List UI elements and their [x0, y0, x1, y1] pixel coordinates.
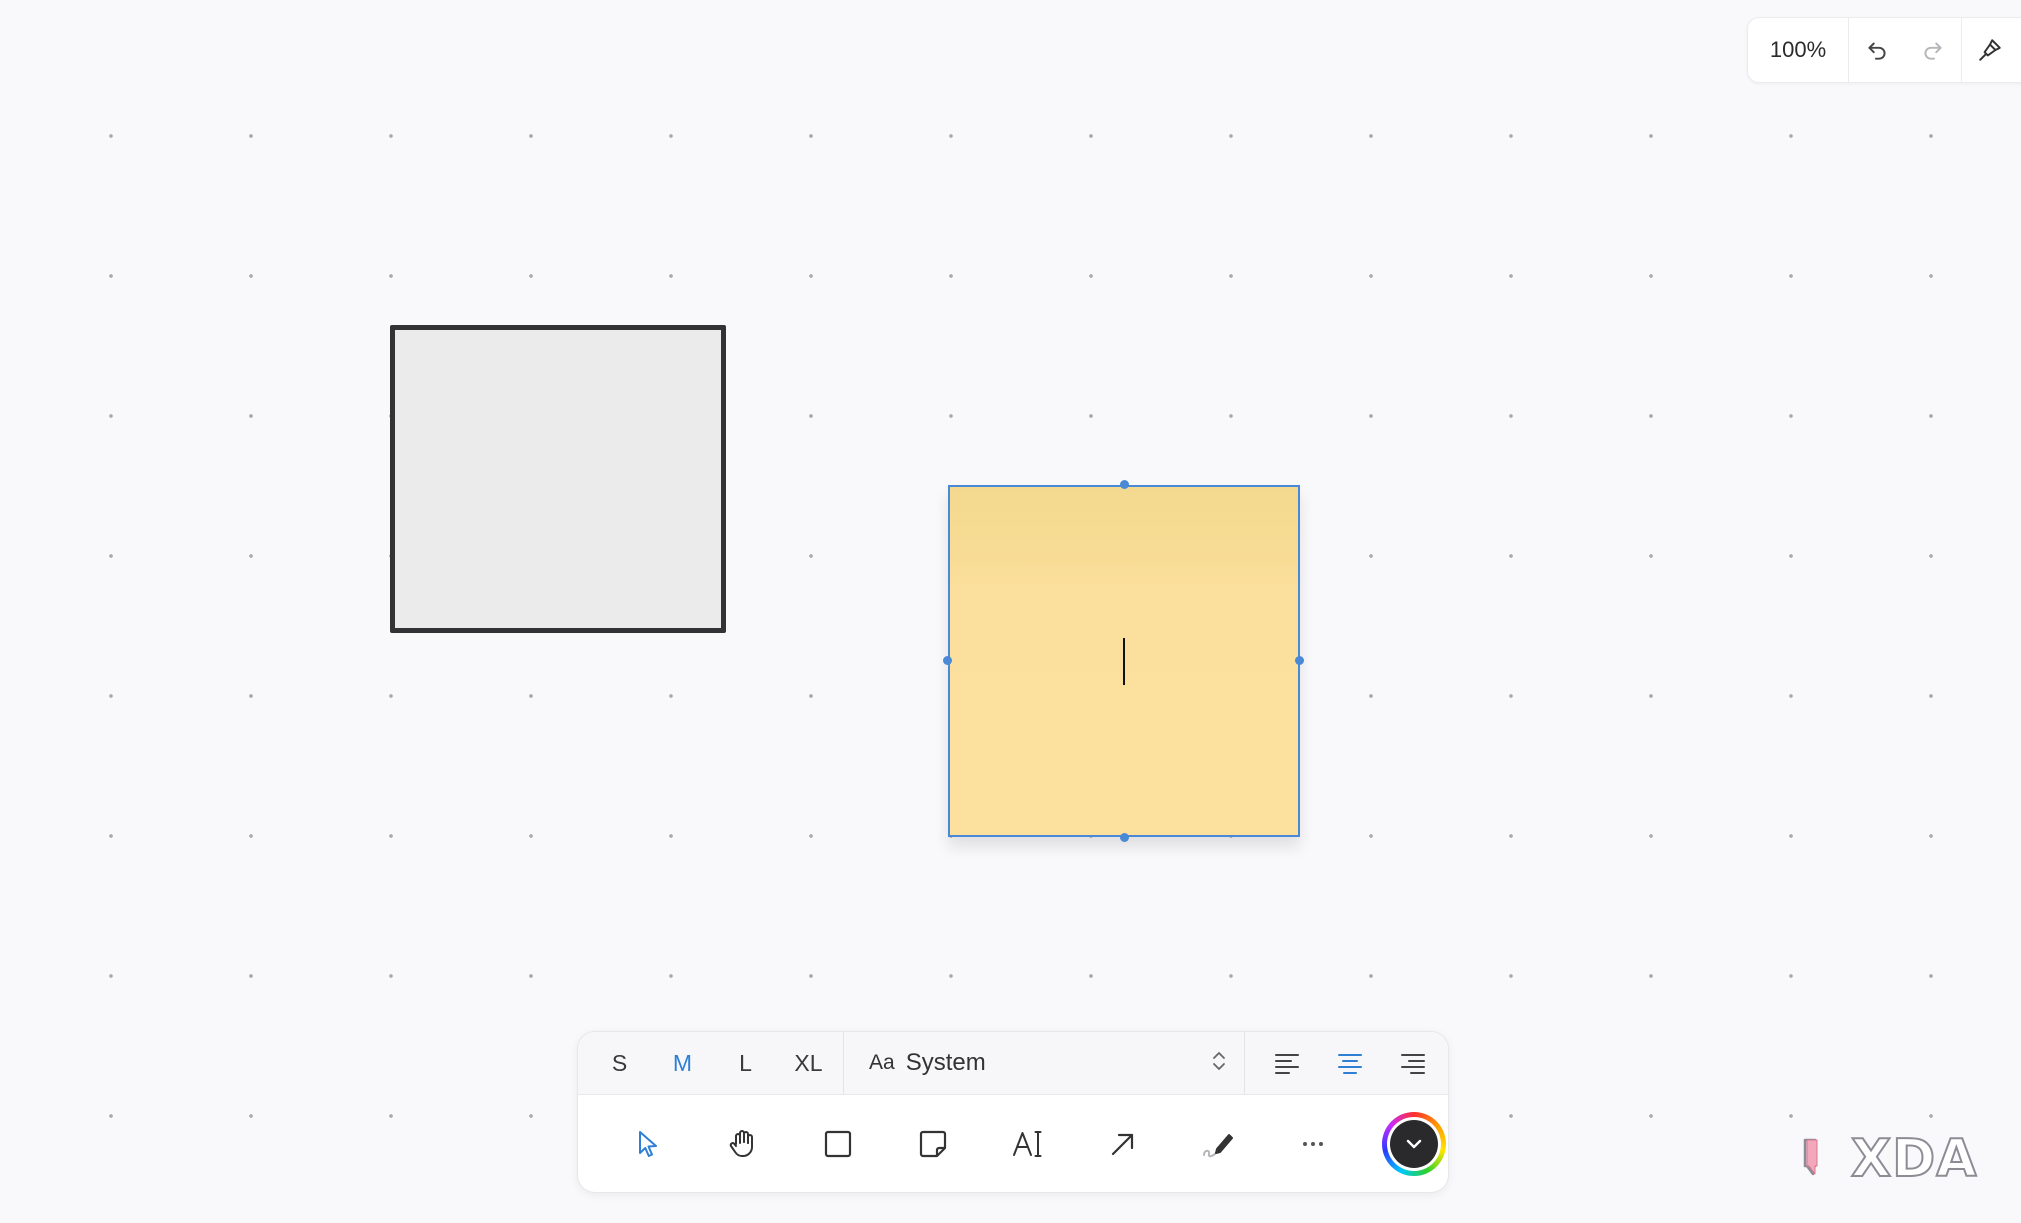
align-center-icon — [1337, 1054, 1362, 1074]
arrow-tool-button[interactable] — [1075, 1095, 1170, 1192]
size-xl-button[interactable]: XL — [777, 1050, 840, 1077]
style-button[interactable] — [1962, 18, 2018, 82]
hand-tool-button[interactable] — [695, 1095, 790, 1192]
bottom-toolbar: S M L XL Aa System — [577, 1031, 1449, 1193]
size-l-button[interactable]: L — [714, 1050, 777, 1077]
square-icon — [824, 1130, 851, 1157]
draw-tool-button[interactable] — [1170, 1095, 1265, 1192]
resize-handle-right[interactable] — [1295, 656, 1304, 665]
align-right-button[interactable] — [1381, 1032, 1444, 1094]
resize-handle-bottom[interactable] — [1120, 833, 1129, 842]
align-left-button[interactable] — [1255, 1032, 1318, 1094]
xda-watermark: XDA — [1795, 1128, 1985, 1190]
color-picker-button[interactable] — [1382, 1111, 1446, 1176]
tool-row — [578, 1095, 1448, 1192]
sticky-note-tool-button[interactable] — [885, 1095, 980, 1192]
font-name: System — [905, 1049, 986, 1076]
undo-icon — [1868, 42, 1886, 60]
xda-logo-icon — [1795, 1126, 1857, 1193]
text-caret — [1123, 638, 1125, 685]
alignment-selector — [1245, 1032, 1444, 1094]
font-select[interactable]: Aa System — [844, 1032, 1244, 1094]
updown-chevron-icon — [1210, 1050, 1228, 1077]
pen-icon — [1202, 1133, 1233, 1157]
arrow-icon — [1111, 1133, 1133, 1155]
rectangle-tool-button[interactable] — [790, 1095, 885, 1192]
resize-handle-left[interactable] — [943, 656, 952, 665]
align-left-icon — [1274, 1054, 1299, 1074]
sticky-note-icon — [919, 1130, 946, 1157]
redo-icon — [1924, 42, 1942, 60]
more-tools-button[interactable] — [1265, 1095, 1360, 1192]
size-selector: S M L XL — [578, 1032, 843, 1094]
paint-brush-icon — [1979, 39, 2001, 61]
redo-button[interactable] — [1905, 18, 1961, 82]
size-s-button[interactable]: S — [588, 1050, 651, 1077]
current-color-swatch — [1390, 1119, 1438, 1168]
rectangle-shape[interactable] — [390, 325, 726, 633]
select-tool-button[interactable] — [600, 1095, 695, 1192]
resize-handle-top[interactable] — [1120, 480, 1129, 489]
chevron-down-icon — [1406, 1139, 1422, 1148]
hand-icon — [729, 1129, 753, 1157]
size-m-button[interactable]: M — [651, 1050, 714, 1077]
zoom-level[interactable]: 100% — [1748, 18, 1848, 82]
font-prefix: Aa — [869, 1051, 895, 1074]
text-tool-button[interactable] — [980, 1095, 1075, 1192]
text-icon — [1012, 1130, 1041, 1157]
align-right-icon — [1400, 1054, 1425, 1074]
color-ring — [1387, 1116, 1441, 1171]
align-center-button[interactable] — [1318, 1032, 1381, 1094]
more-icon — [1302, 1141, 1323, 1146]
undo-button[interactable] — [1849, 18, 1905, 82]
watermark-text: XDA — [1850, 1128, 1978, 1190]
cursor-icon — [638, 1130, 657, 1157]
top-right-controls: 100% — [1747, 17, 2021, 83]
format-row: S M L XL Aa System — [578, 1032, 1448, 1095]
